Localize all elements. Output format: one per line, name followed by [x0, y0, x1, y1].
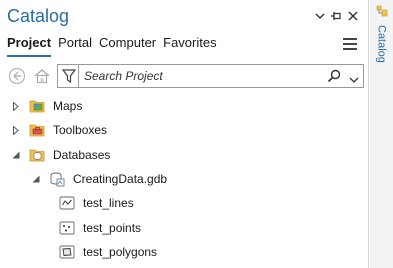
tree-item-creatingdata-gdb[interactable]: CreatingData.gdb: [31, 167, 167, 191]
tab-project[interactable]: Project: [7, 35, 52, 57]
tree-item-test-points[interactable]: test_points: [59, 216, 141, 240]
databases-folder-icon: [29, 147, 45, 163]
sidebar-tab-label: Catalog: [375, 25, 388, 63]
catalog-pane: Catalog Project Portal Computer Favorite…: [0, 0, 369, 268]
expand-arrow-icon[interactable]: [11, 125, 21, 135]
search-icon[interactable]: [327, 69, 341, 88]
dock-sidebar: Catalog: [370, 0, 393, 268]
hamburger-menu-icon[interactable]: [343, 38, 357, 50]
polygon-feature-class-icon: [59, 244, 75, 260]
expand-arrow-icon[interactable]: [11, 101, 21, 111]
maps-folder-icon: [29, 98, 45, 114]
collapse-arrow-icon[interactable]: [11, 150, 21, 160]
tree-item-toolboxes[interactable]: Toolboxes: [11, 118, 107, 142]
tree-item-label: CreatingData.gdb: [73, 172, 168, 186]
pane-title: Catalog: [7, 6, 70, 26]
home-icon[interactable]: [31, 65, 53, 87]
tab-favorites[interactable]: Favorites: [163, 35, 216, 57]
tree-item-label: test_points: [83, 221, 142, 235]
tree-item-maps[interactable]: Maps: [11, 94, 82, 118]
point-feature-class-icon: [59, 220, 75, 236]
line-feature-class-icon: [59, 195, 75, 211]
tree-item-test-lines[interactable]: test_lines: [59, 191, 134, 215]
catalog-toolbar: [6, 64, 364, 88]
tree-item-label: test_lines: [83, 196, 134, 210]
search-box[interactable]: [78, 64, 364, 88]
chevron-down-icon[interactable]: [349, 71, 359, 89]
pin-icon[interactable]: [329, 9, 343, 23]
chevron-down-icon[interactable]: [313, 9, 327, 23]
tab-computer[interactable]: Computer: [99, 35, 156, 57]
sidebar-tab-catalog[interactable]: Catalog: [372, 4, 391, 66]
tree-item-databases[interactable]: Databases: [11, 143, 110, 167]
catalog-tabs: Project Portal Computer Favorites: [7, 35, 224, 57]
tree-item-label: Maps: [53, 99, 83, 113]
geodatabase-icon: [49, 171, 65, 187]
tree-item-label: Toolboxes: [53, 123, 108, 137]
back-icon[interactable]: [6, 65, 28, 87]
filter-icon[interactable]: [57, 64, 79, 88]
tree-item-label: Databases: [53, 148, 111, 162]
tree-item-label: test_polygons: [83, 245, 158, 259]
collapse-arrow-icon[interactable]: [31, 174, 41, 184]
search-input[interactable]: [84, 68, 314, 84]
close-icon[interactable]: [346, 9, 360, 23]
tab-portal[interactable]: Portal: [58, 35, 92, 57]
pane-titlebar: Catalog: [0, 0, 369, 34]
catalog-icon: [376, 4, 388, 22]
tree-item-test-polygons[interactable]: test_polygons: [59, 240, 157, 264]
toolboxes-folder-icon: [29, 122, 45, 138]
